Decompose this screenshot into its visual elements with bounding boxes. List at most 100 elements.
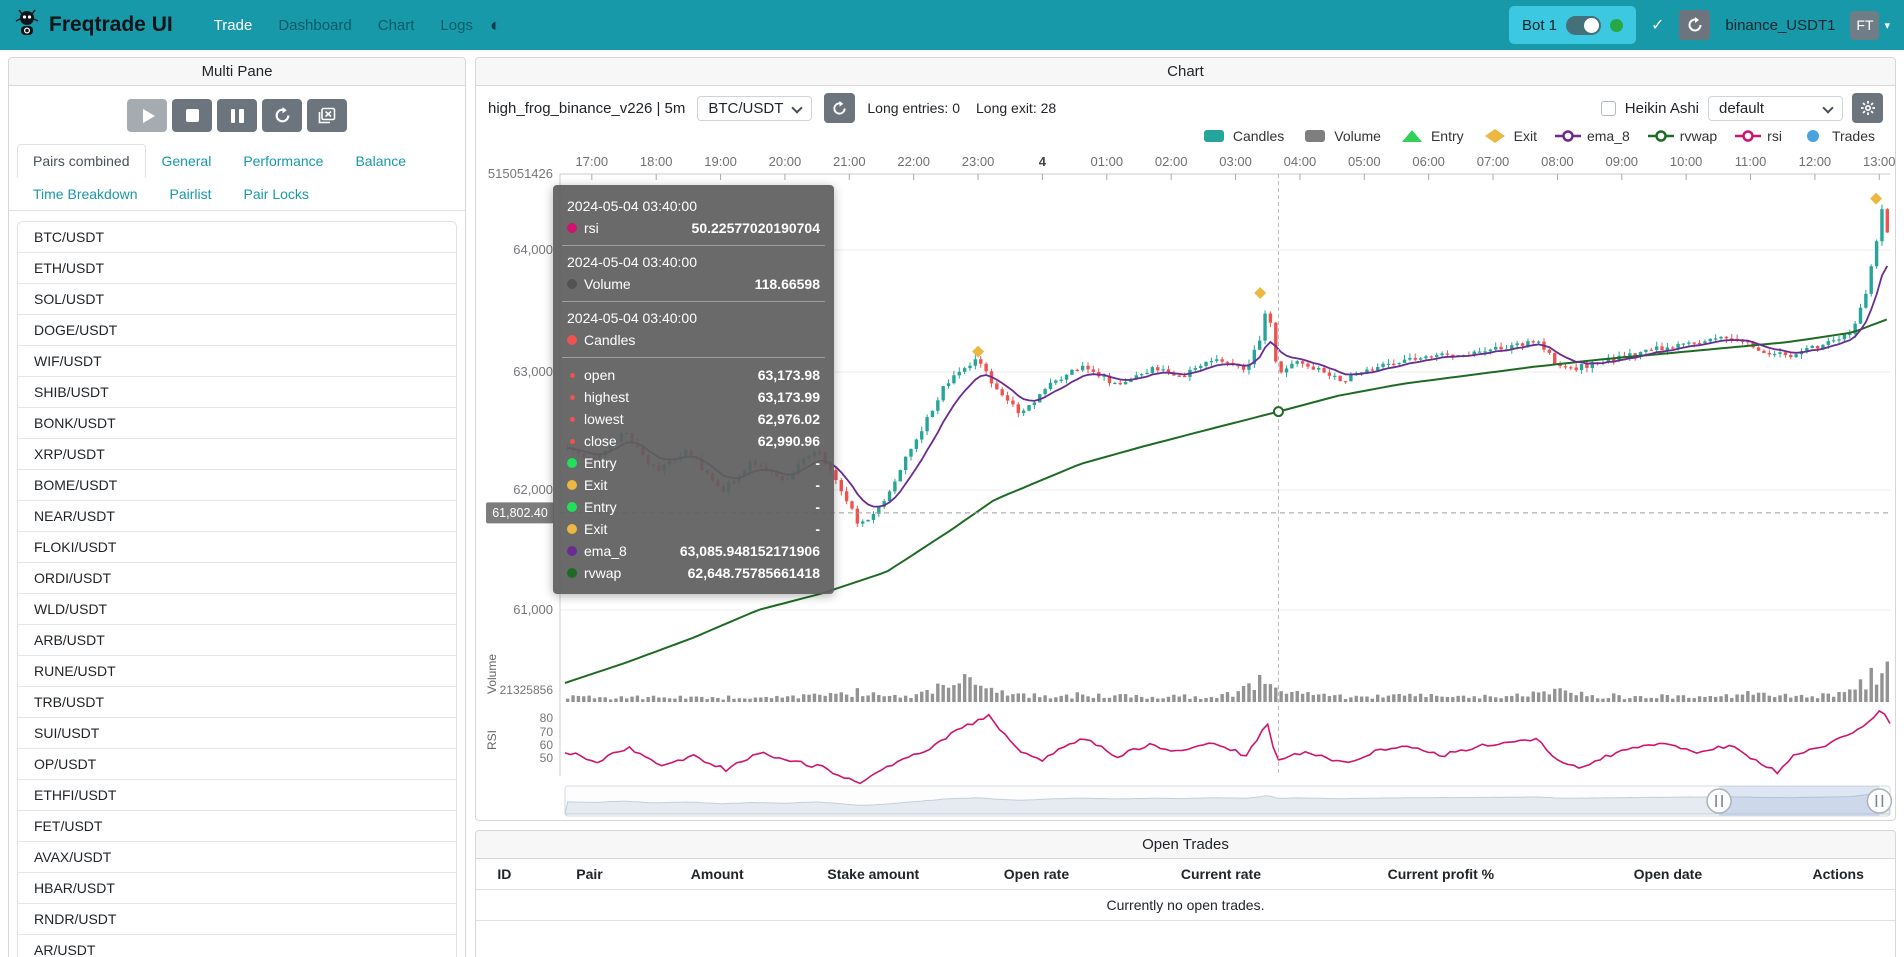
pair-item[interactable]: SOL/USDT xyxy=(18,284,456,315)
user-menu[interactable]: FT ▾ xyxy=(1850,11,1890,40)
legend-candles[interactable]: Candles xyxy=(1201,128,1284,144)
tooltip-value: 62,976.02 xyxy=(758,408,820,430)
rvwap-legend-icon xyxy=(1648,129,1674,143)
pair-item[interactable]: XRP/USDT xyxy=(18,439,456,470)
pair-item[interactable]: TRB/USDT xyxy=(18,687,456,718)
tab-pairs-combined[interactable]: Pairs combined xyxy=(17,144,146,178)
bot-online-indicator xyxy=(1610,19,1623,32)
forget-trade-button[interactable] xyxy=(307,99,347,132)
pair-item[interactable]: FLOKI/USDT xyxy=(18,532,456,563)
heikin-ashi-checkbox[interactable] xyxy=(1601,101,1616,116)
pair-item[interactable]: ORDI/USDT xyxy=(18,563,456,594)
legend-label: Candles xyxy=(1233,128,1284,144)
legend-label: rsi xyxy=(1767,128,1782,144)
legend-entry[interactable]: Entry xyxy=(1399,128,1464,144)
pair-item[interactable]: NEAR/USDT xyxy=(18,501,456,532)
pair-item[interactable]: RNDR/USDT xyxy=(18,904,456,935)
pair-item[interactable]: BTC/USDT xyxy=(18,222,456,253)
pair-item[interactable]: SUI/USDT xyxy=(18,718,456,749)
theme-toggle-icon[interactable]: ◐ xyxy=(490,15,501,36)
gear-icon xyxy=(1860,100,1876,116)
pair-item[interactable]: ETH/USDT xyxy=(18,253,456,284)
pair-item[interactable]: SHIB/USDT xyxy=(18,377,456,408)
tab-performance[interactable]: Performance xyxy=(227,144,339,178)
legend-label: rvwap xyxy=(1680,128,1717,144)
open-trades-title: Open Trades xyxy=(476,831,1895,859)
svg-text:22:00: 22:00 xyxy=(897,154,930,169)
pair-select[interactable]: BTC/USDT xyxy=(697,96,812,121)
svg-text:02:00: 02:00 xyxy=(1155,154,1188,169)
play-icon xyxy=(143,109,155,123)
legend-rsi[interactable]: rsi xyxy=(1735,128,1782,144)
series-dot xyxy=(570,373,575,378)
svg-text:RSI: RSI xyxy=(485,730,499,750)
pair-item[interactable]: WIF/USDT xyxy=(18,346,456,377)
pair-item[interactable]: AVAX/USDT xyxy=(18,842,456,873)
plot-config-value: default xyxy=(1719,100,1764,117)
tab-pairlist[interactable]: Pairlist xyxy=(154,177,228,211)
bot-toggle[interactable] xyxy=(1566,16,1601,35)
tab-pair-locks[interactable]: Pair Locks xyxy=(228,177,325,211)
reload-config-button[interactable] xyxy=(262,99,302,132)
tab-general[interactable]: General xyxy=(146,144,228,178)
pair-item[interactable]: ETHFI/USDT xyxy=(18,780,456,811)
datazoom-slider[interactable] xyxy=(565,786,1891,816)
reload-bot-button[interactable] xyxy=(1679,10,1710,40)
svg-text:10:00: 10:00 xyxy=(1670,154,1703,169)
entry-legend-icon xyxy=(1399,129,1425,143)
pause-button[interactable] xyxy=(217,99,257,132)
app-brand[interactable]: Freqtrade UI xyxy=(14,8,173,42)
plot-config-select[interactable]: default xyxy=(1708,96,1843,121)
pair-item[interactable]: DOGE/USDT xyxy=(18,315,456,346)
plot-settings-button[interactable] xyxy=(1852,93,1883,123)
nav-item-logs[interactable]: Logs xyxy=(427,11,486,40)
datazoom-handle-right[interactable] xyxy=(1867,789,1891,813)
pair-item[interactable]: HBAR/USDT xyxy=(18,873,456,904)
tooltip-separator xyxy=(562,357,825,358)
legend-rvwap[interactable]: rvwap xyxy=(1648,128,1717,144)
column-current-profit--: Current profit % xyxy=(1327,859,1554,890)
series-dot xyxy=(567,568,577,578)
tooltip-value: - xyxy=(815,474,820,496)
avatar[interactable]: FT xyxy=(1850,11,1879,40)
refresh-chart-button[interactable] xyxy=(824,93,855,123)
legend-exit[interactable]: Exit xyxy=(1482,128,1537,144)
svg-text:08:00: 08:00 xyxy=(1541,154,1574,169)
pair-item[interactable]: BONK/USDT xyxy=(18,408,456,439)
stop-button[interactable] xyxy=(172,99,212,132)
svg-text:61,000: 61,000 xyxy=(513,602,553,617)
start-button[interactable] xyxy=(127,99,167,132)
svg-text:61,802.40: 61,802.40 xyxy=(492,506,548,520)
pair-item[interactable]: ARB/USDT xyxy=(18,625,456,656)
legend-trades[interactable]: Trades xyxy=(1800,128,1875,144)
tooltip-row: Candles xyxy=(567,329,820,351)
pair-select-value: BTC/USDT xyxy=(708,100,783,117)
chart-toolbar-right: Heikin Ashi default xyxy=(1601,93,1883,123)
tooltip-row: Exit- xyxy=(567,474,820,496)
bot-selector[interactable]: Bot 1 xyxy=(1509,6,1636,44)
pair-item[interactable]: RUNE/USDT xyxy=(18,656,456,687)
pair-item[interactable]: FET/USDT xyxy=(18,811,456,842)
legend-ema_8[interactable]: ema_8 xyxy=(1555,128,1630,144)
pair-item[interactable]: AR/USDT xyxy=(18,935,456,957)
time-axis: 17:0018:0019:0020:0021:0022:0023:00401:0… xyxy=(576,154,1896,180)
svg-text:17:00: 17:00 xyxy=(576,154,609,169)
chart-panel: Chart high_frog_binance_v226 | 5m BTC/US… xyxy=(475,57,1896,821)
tab-time-breakdown[interactable]: Time Breakdown xyxy=(17,177,154,211)
datazoom-handle-left[interactable] xyxy=(1707,789,1731,813)
series-dot xyxy=(567,279,577,289)
legend-volume[interactable]: Volume xyxy=(1302,128,1381,144)
pair-item[interactable]: WLD/USDT xyxy=(18,594,456,625)
pair-item[interactable]: OP/USDT xyxy=(18,749,456,780)
pair-item[interactable]: BOME/USDT xyxy=(18,470,456,501)
tooltip-value: 62,990.96 xyxy=(758,430,820,452)
nav-item-chart[interactable]: Chart xyxy=(365,11,428,40)
svg-text:60: 60 xyxy=(540,738,554,752)
nav-item-trade[interactable]: Trade xyxy=(201,11,266,40)
tab-balance[interactable]: Balance xyxy=(339,144,422,178)
tooltip-label: Volume xyxy=(584,273,631,295)
chart-delete-icon xyxy=(318,107,336,124)
nav-item-dashboard[interactable]: Dashboard xyxy=(265,11,364,40)
tooltip-value: 118.66598 xyxy=(755,273,820,295)
svg-text:04:00: 04:00 xyxy=(1284,154,1317,169)
